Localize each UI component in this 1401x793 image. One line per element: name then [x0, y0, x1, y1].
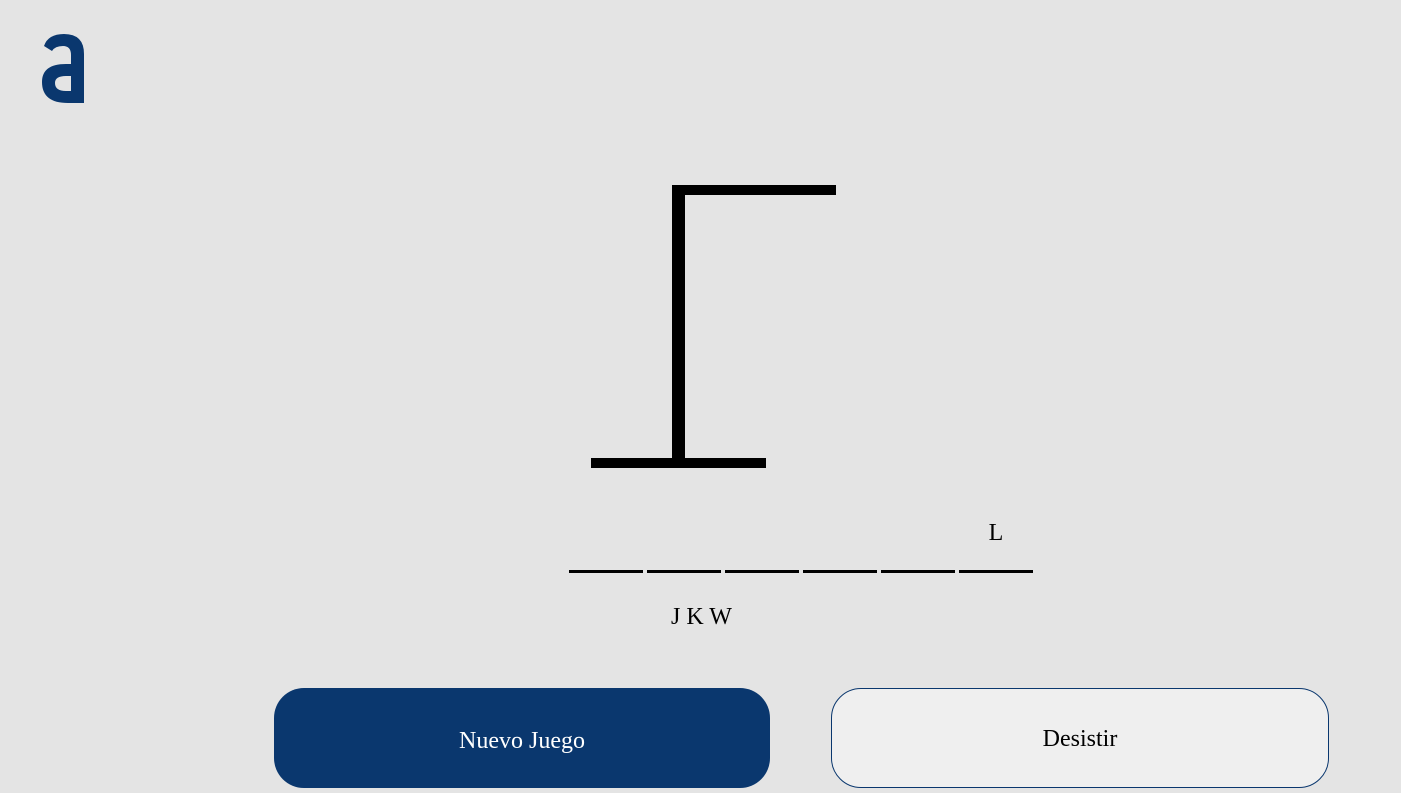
wrong-letters: J K W: [671, 604, 732, 630]
new-game-button[interactable]: Nuevo Juego: [274, 688, 770, 788]
slot-underline: [725, 570, 799, 573]
slot-underline: [803, 570, 877, 573]
gallows-drawing: [591, 185, 836, 468]
slot-underline: [881, 570, 955, 573]
slot-letter: L: [988, 520, 1004, 546]
game-screen: L J K W Nuevo Juego Desistir: [0, 0, 1401, 793]
letter-slot: [725, 515, 799, 573]
gallows-beam: [672, 185, 836, 195]
letter-slot: [881, 515, 955, 573]
slot-underline: [647, 570, 721, 573]
slot-underline: [959, 570, 1033, 573]
slot-underline: [569, 570, 643, 573]
alura-logo-icon[interactable]: [38, 30, 90, 108]
word-slots: L: [569, 515, 1033, 575]
quit-button[interactable]: Desistir: [831, 688, 1329, 788]
letter-slot: [803, 515, 877, 573]
letter-slot: [569, 515, 643, 573]
letter-slot: [647, 515, 721, 573]
letter-slot: L: [959, 515, 1033, 573]
gallows-pole: [672, 185, 685, 468]
